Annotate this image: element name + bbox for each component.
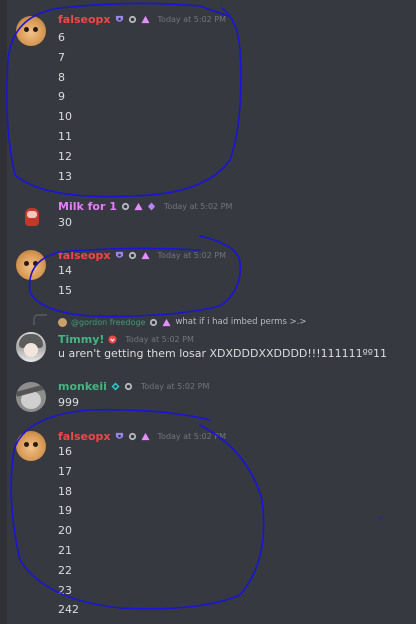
message-line: 12 (58, 149, 72, 163)
shield-badge-icon[interactable] (115, 15, 124, 24)
message-line: 19 (58, 504, 72, 518)
message-line: 18 (58, 484, 72, 498)
message-header: falseopx Today at 5:02 PM (58, 429, 226, 443)
message-body: 14 15 (58, 261, 72, 301)
message-line: 999 (58, 396, 79, 409)
message-header: Milk for 1 Today at 5:02 PM (58, 199, 232, 213)
message-body: 30 (58, 213, 72, 233)
message-body: u aren't getting them losar XDXDDDXXDDDD… (58, 344, 387, 364)
triangle-badge-icon[interactable] (140, 15, 150, 24)
reply-text[interactable]: what if i had imbed perms >.> (175, 317, 306, 327)
message-line: 13 (58, 169, 72, 183)
reply-preview[interactable]: @gordon freedoge what if i had imbed per… (58, 315, 307, 329)
avatar[interactable] (16, 16, 46, 46)
diamond-badge-icon[interactable] (111, 381, 120, 391)
diamond-badge-icon[interactable] (147, 201, 156, 211)
annotation-dot (380, 517, 382, 519)
bot-badge-icon[interactable] (121, 202, 130, 211)
message-line: 20 (58, 524, 72, 538)
message-line: 242 (58, 603, 79, 617)
message-line: 16 (58, 445, 72, 458)
message-line: 9 (58, 90, 65, 104)
message-header: monkeii Today at 5:02 PM (58, 379, 209, 393)
shield-badge-icon[interactable] (115, 432, 124, 441)
message-line: 15 (58, 283, 72, 297)
triangle-badge-icon[interactable] (140, 251, 150, 260)
message-body: 6 7 8 9 10 11 12 13 (58, 28, 72, 186)
avatar[interactable] (16, 382, 46, 412)
username[interactable]: monkeii (58, 380, 107, 393)
message-line: 6 (58, 31, 65, 44)
bot-badge-icon[interactable] (128, 15, 137, 24)
bot-badge-icon[interactable] (128, 251, 137, 260)
avatar[interactable] (16, 431, 46, 461)
timestamp[interactable]: Today at 5:02 PM (125, 335, 194, 344)
message-body: 16 17 18 19 20 21 22 23 242 (58, 442, 79, 620)
channel-edge (0, 0, 7, 624)
timestamp[interactable]: Today at 5:02 PM (164, 202, 233, 211)
message-body: 999 (58, 393, 79, 413)
triangle-badge-icon[interactable] (134, 202, 143, 211)
message-line: 21 (58, 543, 72, 557)
timestamp[interactable]: Today at 5:02 PM (158, 432, 227, 441)
triangle-badge-icon[interactable] (140, 432, 150, 441)
message-header: falseopx Today at 5:02 PM (58, 12, 226, 26)
timestamp[interactable]: Today at 5:02 PM (158, 251, 227, 260)
reply-connector (33, 314, 47, 325)
timestamp[interactable]: Today at 5:02 PM (141, 382, 210, 391)
username[interactable]: Milk for 1 (58, 200, 117, 213)
reply-username[interactable]: @gordon freedoge (71, 318, 145, 327)
username[interactable]: falseopx (58, 13, 111, 26)
heart-badge-icon[interactable] (108, 334, 117, 344)
bot-badge-icon[interactable] (124, 382, 133, 391)
avatar[interactable] (16, 332, 46, 362)
message-line: 30 (58, 216, 72, 229)
message-line: 8 (58, 70, 65, 84)
username[interactable]: falseopx (58, 430, 111, 443)
avatar[interactable] (16, 202, 46, 232)
bot-badge-icon (150, 318, 158, 326)
message-line: 14 (58, 264, 72, 277)
reply-avatar-icon (58, 317, 67, 327)
message-line: 17 (58, 464, 72, 478)
message-line: u aren't getting them losar XDXDDDXXDDDD… (58, 347, 387, 360)
message-line: 11 (58, 129, 72, 143)
username[interactable]: falseopx (58, 249, 111, 262)
bot-badge-icon[interactable] (128, 432, 137, 441)
message-line: 23 (58, 583, 72, 597)
message-header: falseopx Today at 5:02 PM (58, 248, 226, 262)
timestamp[interactable]: Today at 5:02 PM (158, 15, 227, 24)
triangle-badge-icon (162, 318, 172, 326)
message-line: 10 (58, 110, 72, 124)
message-line: 7 (58, 50, 65, 64)
message-line: 22 (58, 563, 72, 577)
shield-badge-icon[interactable] (115, 251, 124, 260)
avatar[interactable] (16, 250, 46, 280)
